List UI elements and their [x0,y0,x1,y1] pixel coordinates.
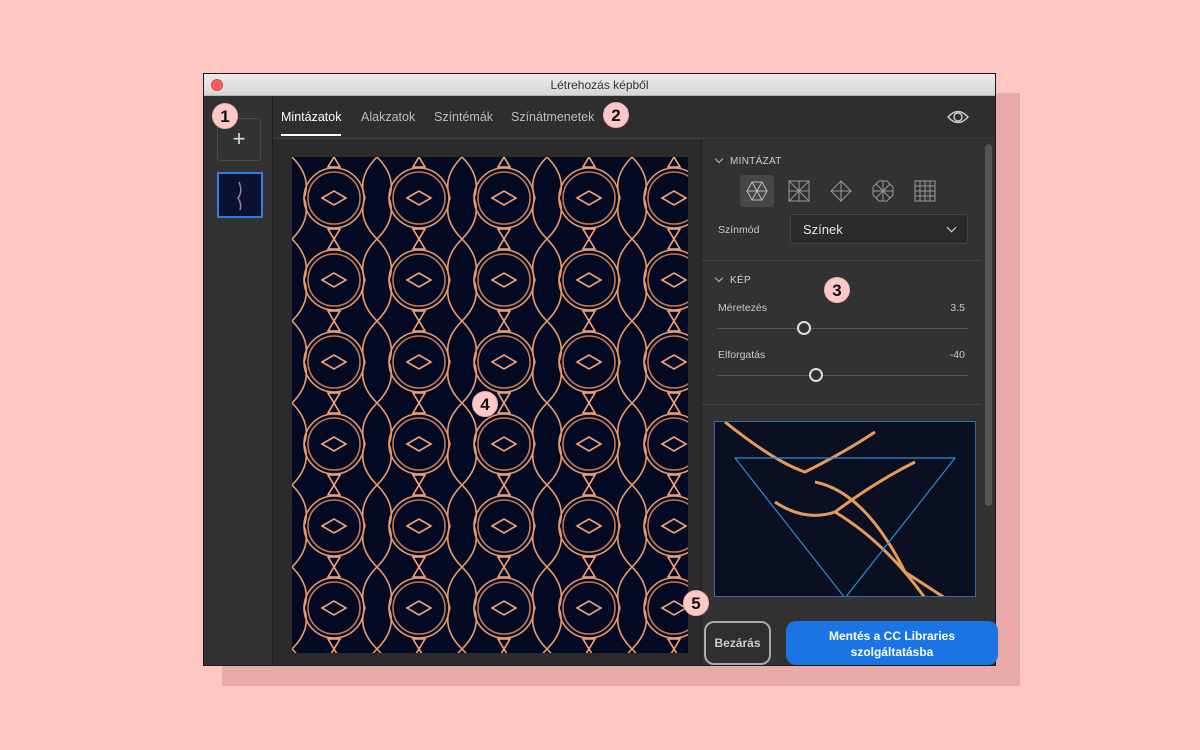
pattern-hexagon-button[interactable] [740,175,774,207]
tab-shapes[interactable]: Alakzatok [361,110,415,124]
callout-5: 5 [683,590,709,616]
chevron-down-icon [714,273,724,283]
pattern-square-button[interactable] [782,175,816,207]
rotation-slider[interactable] [717,368,968,382]
callout-3: 3 [824,277,850,303]
diamond-grid-icon [830,180,852,202]
source-image-crop[interactable] [714,421,976,597]
image-thumbnail[interactable] [217,172,263,218]
section-title: MINTÁZAT [730,156,782,167]
divider [702,404,981,405]
panel-scrollbar[interactable] [985,144,992,506]
save-label-line1: Mentés a CC Libraries [828,629,956,643]
tab-patterns[interactable]: Mintázatok [281,110,342,136]
square-grid-icon [788,180,810,202]
image-sidebar: + [204,96,273,665]
chevron-down-icon [714,154,724,164]
create-from-image-window: Létrehozás képből + Mintázatok Alakzatok… [203,73,998,666]
pattern-section-header[interactable]: MINTÁZAT [714,154,782,167]
scale-slider[interactable] [717,321,968,335]
tab-color-themes[interactable]: Színtémák [434,110,493,124]
callout-1: 1 [212,103,238,129]
scale-value: 3.5 [950,302,965,314]
title-bar: Létrehozás képből [204,74,995,96]
rotation-value: -40 [949,349,965,361]
rotation-label: Elforgatás [718,349,766,361]
window-title: Létrehozás képből [550,78,649,92]
section-title: KÉP [730,275,751,286]
save-label-line2: szolgáltatásba [850,645,934,659]
pattern-grid-button[interactable] [908,175,942,207]
chevron-down-icon [946,222,957,233]
color-mode-dropdown[interactable]: Színek [790,214,968,244]
grid-icon [914,180,936,202]
octagon-grid-icon [872,180,894,202]
color-mode-label: Színmód [718,224,760,236]
callout-2: 2 [603,102,629,128]
rotation-slider-handle[interactable] [809,368,823,382]
divider [702,260,981,261]
preview-eye-icon[interactable] [947,108,969,126]
settings-panel: MINTÁZAT Színmód Színek KÉP Méretezés 3.… [701,140,998,665]
close-button[interactable]: Bezárás [704,621,771,665]
scale-label: Méretezés [718,302,768,314]
scale-slider-handle[interactable] [797,321,811,335]
pattern-octagon-button[interactable] [866,175,900,207]
save-to-cc-libraries-button[interactable]: Mentés a CC Libraries szolgáltatásba [786,621,998,665]
color-mode-value: Színek [803,222,843,237]
pattern-diamond-button[interactable] [824,175,858,207]
image-section-header[interactable]: KÉP [714,273,751,286]
tab-gradients[interactable]: Színátmenetek [511,110,594,124]
tab-bar: Mintázatok Alakzatok Színtémák Színátmen… [273,96,995,139]
hexagon-grid-icon [746,181,768,201]
callout-4: 4 [472,391,498,417]
